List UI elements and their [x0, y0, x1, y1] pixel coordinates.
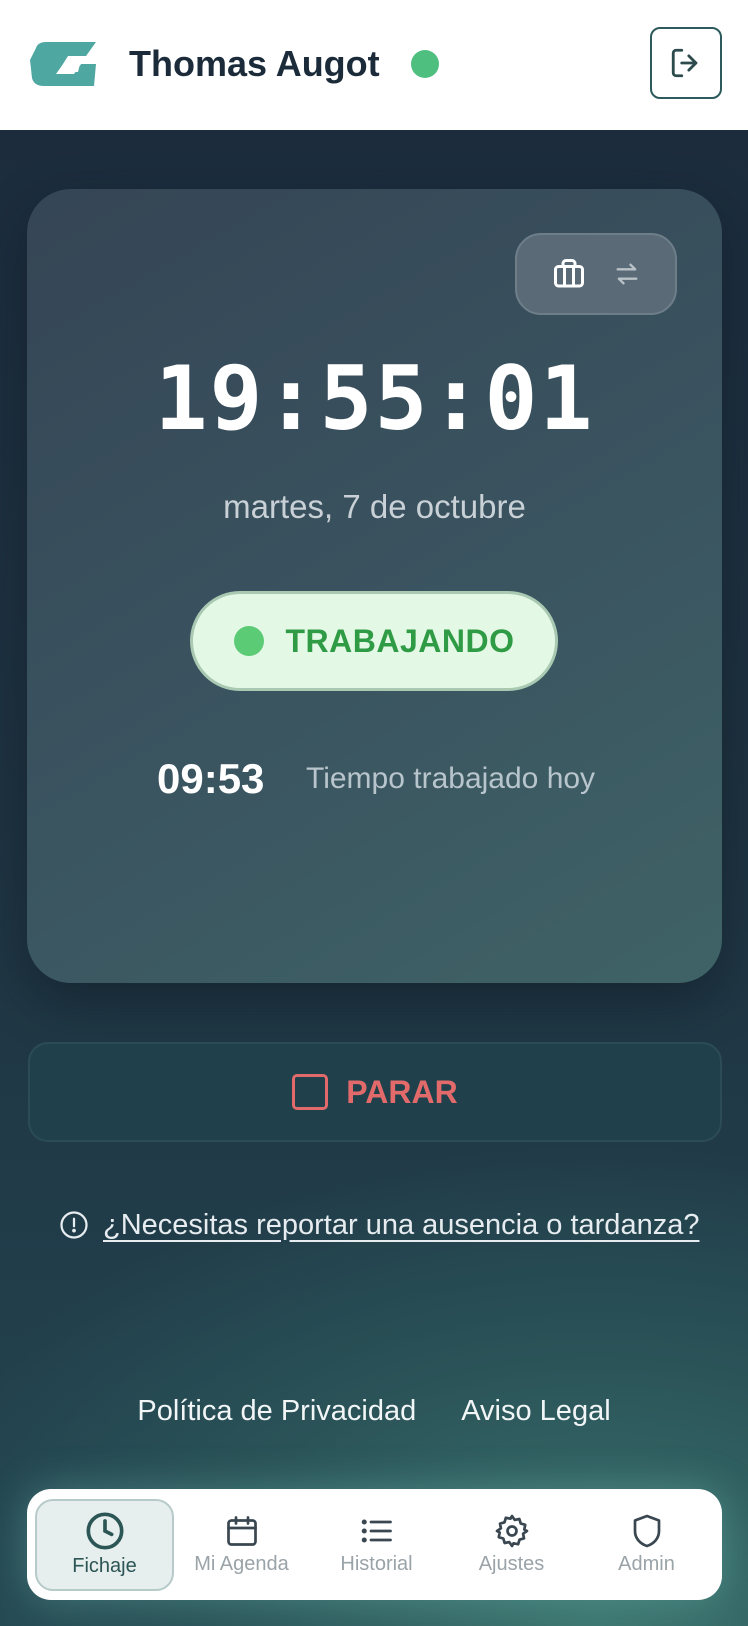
clock-icon: [86, 1512, 123, 1550]
stop-icon: [292, 1074, 329, 1110]
app-header: Thomas Augot: [0, 0, 748, 130]
nav-item-admin[interactable]: Admin: [579, 1499, 714, 1591]
nav-label: Mi Agenda: [194, 1553, 289, 1575]
nav-label: Admin: [618, 1553, 675, 1575]
footer-links: Política de Privacidad Aviso Legal: [0, 1395, 748, 1428]
list-icon: [361, 1519, 392, 1543]
briefcase-icon: [554, 259, 584, 288]
bottom-nav: Fichaje Mi Agenda Historial Ajustes Admi…: [27, 1489, 722, 1600]
absence-report-row: ¿Necesitas reportar una ausencia o tarda…: [59, 1205, 699, 1245]
absence-report-link[interactable]: ¿Necesitas reportar una ausencia o tarda…: [103, 1209, 699, 1242]
nav-label: Ajustes: [478, 1553, 545, 1575]
stop-label: PARAR: [346, 1073, 458, 1110]
privacy-policy-link[interactable]: Política de Privacidad: [137, 1395, 416, 1428]
gear-icon: [495, 1514, 528, 1548]
nav-item-historial[interactable]: Historial: [309, 1499, 444, 1591]
calendar-icon: [226, 1516, 257, 1546]
work-status-badge: TRABAJANDO: [190, 591, 558, 691]
nav-label: Historial: [340, 1553, 413, 1575]
info-icon: [60, 1211, 88, 1239]
worked-time-value: 09:53: [157, 755, 265, 802]
clock-card: 19:55:01 martes, 7 de octubre TRABAJANDO…: [27, 189, 722, 983]
worked-time-label: Tiempo trabajado hoy: [306, 762, 596, 795]
logout-button[interactable]: [650, 27, 722, 99]
logout-icon: [671, 48, 698, 78]
nav-item-ajustes[interactable]: Ajustes: [444, 1499, 579, 1591]
stop-button[interactable]: PARAR: [28, 1042, 722, 1142]
online-status-dot: [411, 50, 439, 78]
status-label: TRABAJANDO: [285, 622, 515, 659]
nav-label: Fichaje: [72, 1555, 137, 1577]
app-logo: [30, 42, 96, 86]
legal-notice-link[interactable]: Aviso Legal: [461, 1395, 610, 1428]
shield-icon: [633, 1514, 660, 1548]
status-indicator-dot: [233, 626, 264, 656]
nav-item-mi-agenda[interactable]: Mi Agenda: [174, 1499, 309, 1591]
swap-arrows-icon: [616, 263, 638, 285]
current-date: martes, 7 de octubre: [223, 488, 526, 525]
user-name: Thomas Augot: [129, 43, 380, 84]
work-mode-toggle[interactable]: [515, 233, 677, 315]
current-time: 19:55:01: [154, 347, 595, 450]
nav-item-fichaje[interactable]: Fichaje: [35, 1498, 174, 1591]
